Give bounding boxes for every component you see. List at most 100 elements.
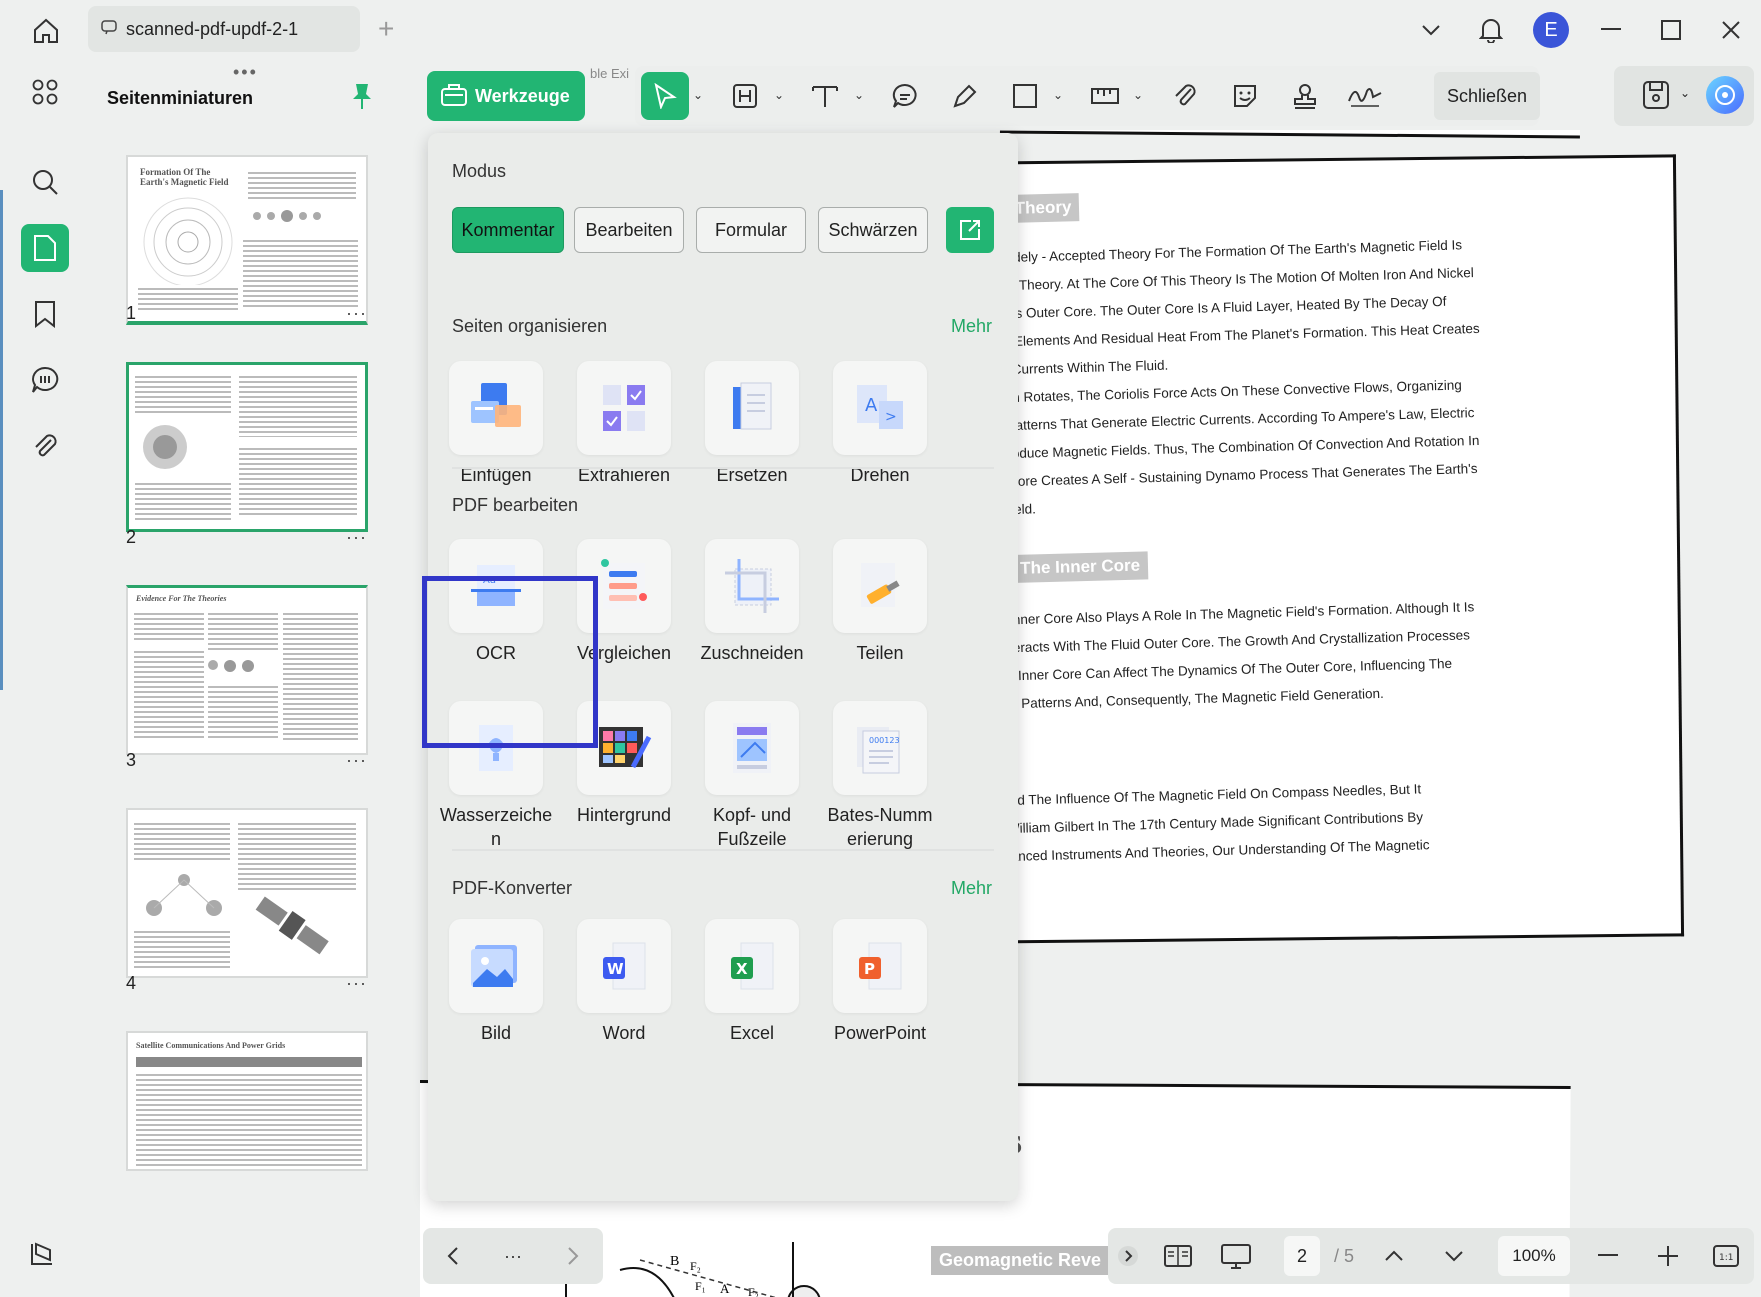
presentation-icon[interactable] (1214, 1236, 1258, 1276)
crop-tile[interactable]: Zuschneiden (692, 539, 812, 665)
page-thumbnail-2[interactable] (126, 362, 368, 532)
bookmark-icon[interactable] (21, 290, 69, 338)
svg-text:P: P (864, 960, 875, 978)
thumbnails-icon[interactable] (21, 224, 69, 272)
section-heading: Geomagnetic Reve (931, 1246, 1110, 1275)
chevron-left-icon[interactable] (433, 1236, 473, 1276)
text-icon[interactable] (801, 72, 849, 120)
chevron-down-icon[interactable] (1401, 0, 1461, 60)
page-nav-left: ··· (423, 1228, 603, 1284)
edit-title: PDF bearbeiten (452, 495, 579, 515)
split-tile[interactable]: Teilen (820, 539, 940, 665)
bates-numbering-tile[interactable]: 000123 Bates-Numm erierung (820, 701, 940, 851)
sticker-icon[interactable] (1221, 72, 1269, 120)
select-cursor-icon[interactable] (641, 72, 689, 120)
pin-icon[interactable] (351, 82, 373, 115)
converter-more-link[interactable]: Mehr (951, 878, 992, 899)
zoom-in-icon[interactable] (1648, 1236, 1688, 1276)
apps-grid-icon[interactable] (21, 68, 69, 116)
organize-more-link[interactable]: Mehr (951, 316, 992, 337)
home-icon[interactable] (26, 14, 66, 48)
mode-title: Modus (452, 161, 507, 181)
chevron-up-icon[interactable] (1374, 1236, 1414, 1276)
measure-icon[interactable] (1081, 72, 1129, 120)
thumbnail-diagram (143, 197, 233, 287)
page-thumbnail-1[interactable]: Formation Of The Earth's Magnetic Field (126, 155, 368, 325)
chevron-right-icon[interactable] (553, 1236, 593, 1276)
page-number: 1 (126, 303, 137, 323)
convert-excel-tile[interactable]: X Excel (692, 919, 812, 1045)
diagram-label: F₂ (690, 1259, 701, 1273)
new-tab-button[interactable]: + (378, 14, 394, 44)
chevron-down-icon[interactable]: ⌄ (774, 88, 784, 102)
mode-edit-button[interactable]: Bearbeiten (574, 207, 684, 253)
chevron-down-icon[interactable]: ⌄ (854, 88, 864, 102)
page-layout-icon[interactable] (1156, 1236, 1200, 1276)
minimize-icon[interactable] (1581, 0, 1641, 60)
chevron-down-icon[interactable]: ⌄ (1680, 86, 1690, 100)
thumbnail-heading: Satellite Communications And Power Grids (136, 1041, 286, 1050)
page-more-button[interactable]: ··· (346, 303, 367, 324)
layers-icon[interactable] (28, 1240, 56, 1273)
close-icon[interactable] (1701, 0, 1761, 60)
page-thumbnail-5[interactable]: Satellite Communications And Power Grids (126, 1031, 368, 1171)
convert-powerpoint-tile[interactable]: P PowerPoint (820, 919, 940, 1045)
avatar[interactable]: E (1533, 12, 1569, 48)
actual-size-icon[interactable]: 1:1 (1706, 1236, 1746, 1276)
title-bar: scanned-pdf-updf-2-1 + E (0, 0, 1761, 60)
mode-redact-button[interactable]: Schwärzen (818, 207, 928, 253)
chevron-down-icon[interactable]: ⌄ (1133, 88, 1143, 102)
split-icon (833, 539, 927, 633)
chevron-down-icon[interactable]: ⌄ (693, 88, 703, 102)
convert-image-tile[interactable]: Bild (436, 919, 556, 1045)
rectangle-icon[interactable] (1001, 72, 1049, 120)
expand-arrow-icon[interactable] (1110, 1236, 1146, 1276)
paragraph: The Solid Inner Core Also Plays A Role I… (948, 599, 1475, 713)
attachment-icon[interactable] (21, 422, 69, 470)
page-number-input[interactable]: 2 (1284, 1236, 1320, 1276)
chevron-down-icon[interactable]: ⌄ (1053, 88, 1063, 102)
maximize-icon[interactable] (1641, 0, 1701, 60)
page-thumbnail-4[interactable] (126, 808, 368, 978)
left-rail (0, 60, 88, 1297)
diagram-label: B (670, 1254, 679, 1269)
chevron-down-icon[interactable] (1434, 1236, 1474, 1276)
zoom-out-icon[interactable] (1588, 1236, 1628, 1276)
mode-comment-button[interactable]: Kommentar (452, 207, 564, 253)
stamp-icon[interactable] (1281, 72, 1329, 120)
diagram-label: A (720, 1281, 730, 1296)
hidden-tab-text: ble Exi (590, 66, 630, 81)
page-number: 2 (126, 527, 137, 547)
mode-form-button[interactable]: Formular (696, 207, 806, 253)
page-more-button[interactable]: ··· (346, 750, 367, 771)
svg-text:1:1: 1:1 (1719, 1253, 1733, 1263)
tools-button[interactable]: Werkzeuge (427, 71, 585, 121)
more-dots-button[interactable]: ··· (491, 1236, 535, 1276)
signature-icon[interactable] (1341, 72, 1389, 120)
word-icon: W (577, 919, 671, 1013)
document-tab[interactable]: scanned-pdf-updf-2-1 (88, 6, 360, 52)
comment-bubble-icon[interactable] (881, 72, 929, 120)
bell-icon[interactable] (1461, 0, 1521, 60)
ai-assistant-icon[interactable] (1706, 76, 1744, 114)
panel-drag-handle[interactable]: ••• (233, 62, 258, 83)
page-edge (999, 130, 1581, 139)
search-icon[interactable] (21, 158, 69, 206)
pen-icon[interactable] (941, 72, 989, 120)
extract-pages-icon (577, 361, 671, 455)
page-thumbnail-3[interactable]: Evidence For The Theories (126, 585, 368, 755)
page-more-button[interactable]: ··· (346, 973, 367, 994)
header-footer-tile[interactable]: Kopf- und Fußzeile (692, 701, 812, 851)
excel-icon: X (705, 919, 799, 1013)
comment-icon[interactable] (21, 356, 69, 404)
close-tools-button[interactable]: Schließen (1434, 72, 1540, 120)
convert-word-tile[interactable]: W Word (564, 919, 684, 1045)
save-icon[interactable] (1642, 78, 1670, 115)
cloud-icon (100, 18, 118, 41)
highlight-icon[interactable] (721, 72, 769, 120)
external-link-icon[interactable] (946, 207, 994, 253)
svg-text:X: X (736, 960, 748, 978)
zoom-level[interactable]: 100% (1498, 1236, 1570, 1276)
page-more-button[interactable]: ··· (346, 527, 367, 548)
attachment-icon[interactable] (1161, 72, 1209, 120)
